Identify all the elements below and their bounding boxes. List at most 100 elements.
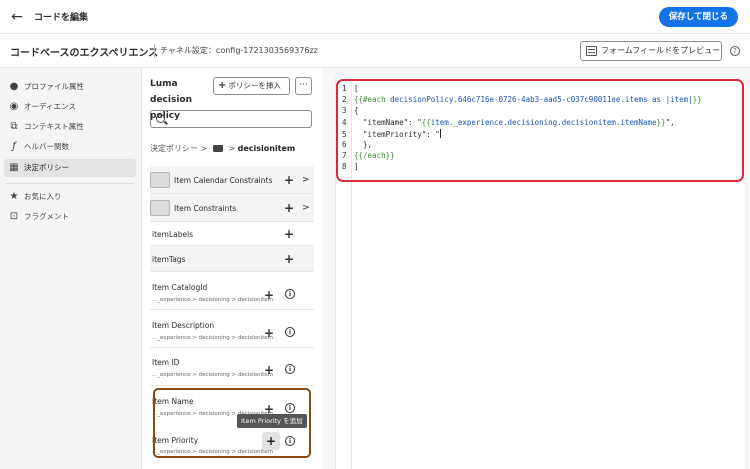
insert-policy-label: ポリシーを挿入 <box>228 81 281 90</box>
decision-icon: ▦ <box>9 162 19 173</box>
list-item-label: Item ID <box>152 358 180 367</box>
sidebar-item-label: オーディエンス <box>24 102 76 111</box>
sidebar-item-label: 決定ポリシー <box>24 163 69 172</box>
sidebar-item-decision-policies[interactable]: ▦ 決定ポリシー <box>4 159 136 177</box>
sidebar-item-context-attributes[interactable]: ⧉ コンテキスト属性 <box>4 118 136 136</box>
code-line[interactable]: 1[ <box>342 84 359 93</box>
add-icon[interactable]: + <box>264 364 274 376</box>
sidebar: ● プロファイル属性 ◉ オーディエンス ⧉ コンテキスト属性 ƒ ヘルパー関数… <box>0 68 142 469</box>
line-number: 2 <box>342 95 347 105</box>
code-line[interactable]: 5 "itemPriority": " <box>342 128 441 139</box>
info-icon[interactable]: i <box>285 327 295 337</box>
sidebar-item-audiences[interactable]: ◉ オーディエンス <box>4 98 136 116</box>
list-item-item-constraints[interactable]: Item Constraints + > <box>150 194 314 222</box>
code-line[interactable]: 8] <box>342 162 359 171</box>
code-token: "itemName": " <box>354 117 422 127</box>
sidebar-item-label: ヘルパー関数 <box>24 142 69 151</box>
list-item-path: ..._experience > decisioning > decisioni… <box>152 372 273 378</box>
sidebar-item-favorites[interactable]: ★ お気に入り <box>4 188 136 206</box>
tooltip: Item Priority を追加 <box>237 414 307 428</box>
sidebar-item-profile-attributes[interactable]: ● プロファイル属性 <box>4 78 136 96</box>
code-token: ", <box>665 117 675 127</box>
code-token: }} <box>692 95 702 105</box>
line-number: 3 <box>342 106 347 116</box>
list-item-path: ..._experience > decisioning > decisioni… <box>152 335 273 341</box>
folder-icon <box>150 200 170 216</box>
breadcrumb: 決定ポリシー > > decisionitem <box>150 143 295 154</box>
list-item-label: Item Calendar Constraints <box>174 176 273 185</box>
add-icon[interactable]: + <box>284 228 294 240</box>
line-number: 5 <box>342 129 347 139</box>
code-token: decisionPolicy.646c716e-0726-4ab3-aad5-c… <box>390 95 693 105</box>
add-icon[interactable]: + <box>284 202 294 214</box>
add-icon[interactable]: + <box>264 289 274 301</box>
sidebar-item-label: お気に入り <box>24 192 62 201</box>
line-number: 1 <box>342 84 347 93</box>
chevron-right-icon[interactable]: > <box>302 202 310 214</box>
list-item-label: itemLabels <box>152 230 194 239</box>
info-icon[interactable]: i <box>285 364 295 374</box>
code-line[interactable]: 6 }, <box>342 140 372 149</box>
code-line[interactable]: 3{ <box>342 106 359 115</box>
line-number: 7 <box>342 151 347 161</box>
save-and-close-button[interactable]: 保存して閉じる <box>658 7 738 27</box>
sidebar-divider <box>6 183 134 184</box>
sidebar-item-fragments[interactable]: ⊡ フラグメント <box>4 208 136 226</box>
breadcrumb-root[interactable]: 決定ポリシー <box>150 144 198 153</box>
list-item-label: Item Description <box>152 321 215 330</box>
list-item-path: ..._experience > decisioning > decisioni… <box>152 297 273 303</box>
form-preview-icon <box>586 46 597 56</box>
code-token: "itemPriority": " <box>354 129 440 139</box>
code-token: {{/each}} <box>354 151 395 161</box>
channel-config-label: チャネル設定：config-1721303569376zz <box>160 46 318 55</box>
add-icon[interactable]: + <box>284 253 294 265</box>
sidebar-item-label: コンテキスト属性 <box>24 122 84 131</box>
top-bar: ← コードを編集 保存して閉じる <box>0 0 750 34</box>
plus-icon: + <box>218 80 227 91</box>
code-line[interactable]: 7 {{/each}} <box>342 151 395 160</box>
list-item-itemlabels[interactable]: itemLabels + <box>150 222 314 246</box>
list-item-itemtags[interactable]: itemTags + <box>150 246 314 272</box>
audience-icon: ◉ <box>9 101 19 112</box>
sidebar-item-label: フラグメント <box>24 212 69 221</box>
breadcrumb-separator: > <box>200 144 208 153</box>
code-token: {{#each <box>354 95 391 105</box>
code-token: { <box>354 106 359 116</box>
code-line[interactable]: 2 {{#each decisionPolicy.646c716e-0726-4a… <box>342 95 702 104</box>
breadcrumb-separator: > <box>228 144 236 153</box>
chevron-right-icon[interactable]: > <box>302 174 310 186</box>
code-token: item._experience.decisioning.decisionite… <box>430 117 657 127</box>
back-arrow-icon[interactable]: ← <box>8 8 26 26</box>
list-item-item-id[interactable]: Item ID ..._experience > decisioning > d… <box>150 348 314 386</box>
header-divider <box>154 44 155 58</box>
sidebar-item-helper-functions[interactable]: ƒ ヘルパー関数 <box>4 138 136 156</box>
search-icon <box>156 114 165 123</box>
help-icon[interactable]: ? <box>730 46 740 56</box>
preview-button-label: フォームフィールドをプレビュー <box>601 46 721 55</box>
code-token: }} <box>656 117 666 127</box>
fragment-icon: ⊡ <box>9 211 19 222</box>
person-icon: ● <box>9 81 19 92</box>
list-item-label: Item Constraints <box>174 204 237 213</box>
folder-icon <box>212 145 223 152</box>
preview-form-fields-button[interactable]: フォームフィールドをプレビュー <box>580 41 722 61</box>
insert-policy-button[interactable]: + ポリシーを挿入 <box>213 77 290 95</box>
code-token: }, <box>354 140 373 149</box>
context-icon: ⧉ <box>10 121 18 132</box>
line-number: 8 <box>342 162 347 172</box>
star-icon: ★ <box>9 191 19 202</box>
sidebar-item-label: プロファイル属性 <box>24 82 84 91</box>
code-line[interactable]: 4 "itemName": "{{item._experience.decisi… <box>342 118 675 127</box>
info-icon[interactable]: i <box>285 289 295 299</box>
list-item-item-description[interactable]: Item Description ..._experience > decisi… <box>150 310 314 348</box>
line-number: 6 <box>342 140 347 149</box>
page-title: コードを編集 <box>34 13 89 23</box>
more-options-button[interactable]: ··· <box>295 77 312 95</box>
list-item-item-catalogid[interactable]: Item CatalogId ..._experience > decision… <box>150 272 314 310</box>
list-item-item-calendar-constraints[interactable]: Item Calendar Constraints + > <box>150 166 314 194</box>
add-icon[interactable]: + <box>264 327 274 339</box>
search-input[interactable] <box>150 110 312 128</box>
text-cursor <box>439 128 441 138</box>
add-icon[interactable]: + <box>284 174 294 186</box>
line-number: 4 <box>342 117 347 127</box>
